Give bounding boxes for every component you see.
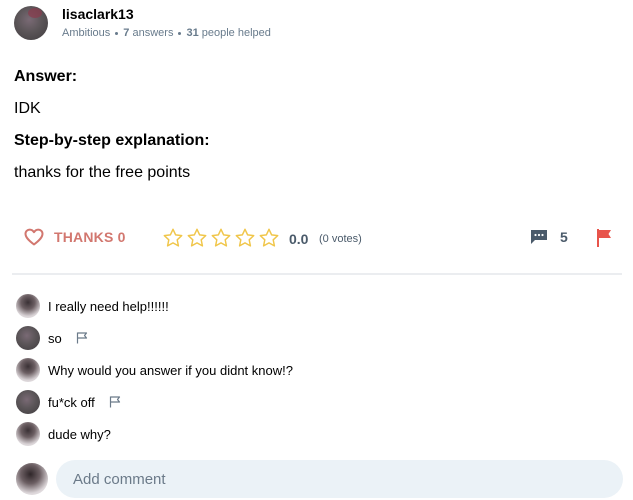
author-avatar[interactable] bbox=[14, 6, 48, 40]
comments-toggle[interactable]: 5 bbox=[530, 229, 568, 245]
comments-list: I really need help!!!!!! so Why would yo… bbox=[16, 290, 293, 450]
comment-bubble-icon bbox=[530, 229, 548, 245]
star-icon[interactable] bbox=[210, 227, 232, 249]
commenter-avatar[interactable] bbox=[16, 390, 40, 414]
comment-text: dude why? bbox=[48, 426, 111, 442]
votes-count: (0 votes) bbox=[319, 233, 362, 245]
answer-heading: Answer: bbox=[14, 68, 78, 85]
heart-icon bbox=[24, 228, 44, 246]
add-comment-row bbox=[16, 460, 626, 498]
commenter-avatar[interactable] bbox=[16, 358, 40, 382]
separator-dot bbox=[115, 31, 119, 35]
author-username[interactable]: lisaclark13 bbox=[62, 5, 271, 23]
answers-count: 7 bbox=[123, 27, 130, 39]
commenter-avatar[interactable] bbox=[16, 326, 40, 350]
comment-item: so bbox=[16, 322, 293, 354]
explanation-heading: Step-by-step explanation: bbox=[14, 132, 210, 149]
answers-label: answers bbox=[132, 27, 174, 39]
comment-item: fu*ck off bbox=[16, 386, 293, 418]
report-flag-icon[interactable] bbox=[595, 228, 613, 253]
separator-dot bbox=[178, 31, 182, 35]
thanks-button[interactable]: THANKS 0 bbox=[24, 228, 126, 246]
star-icon[interactable] bbox=[234, 227, 256, 249]
answer-author: lisaclark13 Ambitious 7 answers 31 people … bbox=[14, 5, 271, 41]
comment-text: Why would you answer if you didnt know!? bbox=[48, 362, 293, 378]
author-info: lisaclark13 Ambitious 7 answers 31 people … bbox=[62, 5, 271, 41]
comments-count-value: 5 bbox=[560, 229, 568, 245]
star-icon[interactable] bbox=[162, 227, 184, 249]
author-rank: Ambitious bbox=[62, 27, 111, 39]
answer-actions: THANKS 0 0.0 (0 votes) 5 bbox=[0, 225, 633, 253]
explanation-text: thanks for the free points bbox=[14, 164, 191, 181]
star-icon[interactable] bbox=[258, 227, 280, 249]
helped-label: people helped bbox=[201, 27, 271, 39]
section-divider bbox=[12, 273, 622, 275]
answer-text: IDK bbox=[14, 100, 41, 117]
commenter-avatar[interactable] bbox=[16, 422, 40, 446]
current-user-avatar bbox=[16, 463, 48, 495]
commenter-avatar[interactable] bbox=[16, 294, 40, 318]
helped-count: 31 bbox=[186, 27, 199, 39]
rating-value: 0.0 bbox=[289, 231, 309, 247]
thanks-label: THANKS 0 bbox=[54, 229, 126, 245]
comment-item: I really need help!!!!!! bbox=[16, 290, 293, 322]
comment-text: so bbox=[48, 330, 62, 346]
author-meta: Ambitious 7 answers 31 people helped bbox=[62, 25, 271, 41]
flag-outline-icon[interactable] bbox=[109, 396, 121, 408]
comment-item: dude why? bbox=[16, 418, 293, 450]
flag-outline-icon[interactable] bbox=[76, 332, 88, 344]
comment-text: I really need help!!!!!! bbox=[48, 298, 169, 314]
add-comment-input[interactable] bbox=[56, 460, 623, 498]
star-rating[interactable] bbox=[162, 227, 282, 249]
comment-item: Why would you answer if you didnt know!? bbox=[16, 354, 293, 386]
star-icon[interactable] bbox=[186, 227, 208, 249]
comment-text: fu*ck off bbox=[48, 394, 95, 410]
